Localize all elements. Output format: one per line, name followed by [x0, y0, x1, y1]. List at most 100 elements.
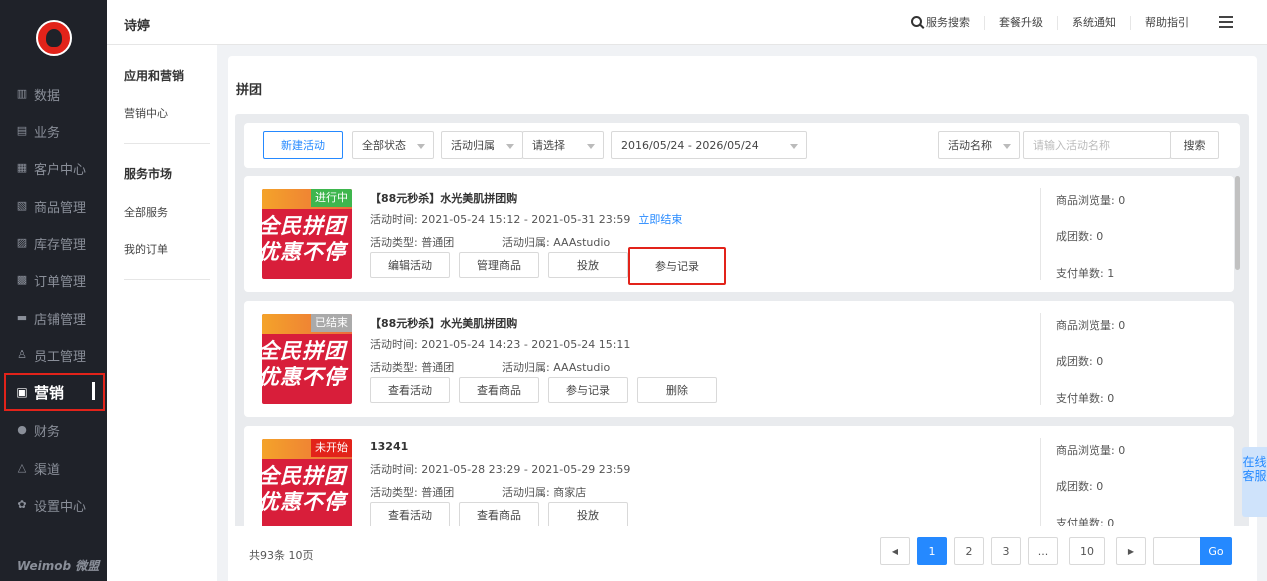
groups-count: 成团数: 0	[1056, 355, 1104, 368]
nav-item-settings[interactable]: ✿ 设置中心	[4, 487, 105, 523]
activity-type: 活动类型: 普通团	[370, 486, 455, 499]
pager-total: 共93条 10页	[249, 549, 314, 562]
prev-page-button[interactable]: ◀	[880, 537, 910, 565]
subnav-item-all-services[interactable]: 全部服务	[124, 204, 168, 220]
new-activity-button[interactable]: 新建活动	[263, 131, 343, 159]
manage-goods-button[interactable]: 管理商品	[459, 252, 539, 278]
goods-views: 商品浏览量: 0	[1056, 444, 1126, 457]
chart-icon: ▥	[16, 87, 28, 100]
go-button[interactable]: Go	[1200, 537, 1232, 565]
activity-card: 全民拼团 优惠不停 进行中 【88元秒杀】水光美肌拼团购 活动时间: 2021-…	[244, 176, 1234, 292]
nav-item-finance[interactable]: ● 财务	[4, 412, 105, 448]
inventory-icon: ▨	[16, 236, 28, 249]
edit-activity-button[interactable]: 编辑活动	[370, 252, 450, 278]
activity-title: 【88元秒杀】水光美肌拼团购	[370, 317, 518, 330]
notice-link[interactable]: 系统通知	[1058, 15, 1131, 30]
status-select[interactable]: 全部状态	[352, 131, 434, 159]
view-activity-button[interactable]: 查看活动	[370, 377, 450, 403]
nav-item-store[interactable]: ▬ 店铺管理	[4, 300, 105, 336]
filter-bar: 新建活动 全部状态 活动归属 请选择 2016/05/24 - 2026/05/…	[244, 123, 1240, 168]
brand-name: Weimob 微盟	[17, 559, 100, 573]
delete-button[interactable]: 删除	[637, 377, 717, 403]
brand-logo[interactable]	[36, 20, 72, 56]
activity-title: 13241	[370, 440, 409, 453]
subnav-item-marketing-center[interactable]: 营销中心	[124, 105, 168, 121]
nav-item-goods[interactable]: ▧ 商品管理	[4, 188, 105, 224]
staff-icon: ♙	[17, 348, 27, 361]
search-field-select[interactable]: 活动名称	[938, 131, 1020, 159]
view-goods-button[interactable]: 查看商品	[459, 377, 539, 403]
pagination: 共93条 10页 ◀ 1 2 3 ... 10 ▶ Go	[228, 526, 1257, 581]
next-page-button[interactable]: ▶	[1116, 537, 1146, 565]
page-ellipsis[interactable]: ...	[1028, 537, 1058, 565]
deliver-button[interactable]: 投放	[548, 252, 628, 278]
groups-count: 成团数: 0	[1056, 230, 1104, 243]
chevron-down-icon	[790, 144, 798, 149]
search-button[interactable]: 搜索	[1170, 131, 1219, 159]
subnav-group-apps: 应用和营销	[124, 69, 185, 83]
activity-thumbnail[interactable]: 全民拼团 优惠不停 进行中	[262, 189, 352, 279]
nav-item-business[interactable]: ▤ 业务	[4, 113, 105, 149]
nav-item-staff[interactable]: ♙ 员工管理	[4, 337, 105, 373]
top-links: 服务搜索 套餐升级 系统通知 帮助指引	[897, 0, 1237, 45]
activity-thumbnail[interactable]: 全民拼团 优惠不停 未开始	[262, 439, 352, 526]
date-range-picker[interactable]: 2016/05/24 - 2026/05/24	[611, 131, 807, 159]
subnav-group-market: 服务市场	[124, 167, 173, 181]
page-10-button[interactable]: 10	[1069, 537, 1105, 565]
content-area: 新建活动 全部状态 活动归属 请选择 2016/05/24 - 2026/05/…	[235, 114, 1249, 581]
page-1-button[interactable]: 1	[917, 537, 947, 565]
subnav-item-my-orders[interactable]: 我的订单	[124, 241, 168, 257]
owner-type-value: 活动归属	[451, 139, 495, 152]
online-service-button[interactable]: 在线客服	[1242, 447, 1267, 517]
page-jump-input[interactable]	[1153, 537, 1201, 565]
main-sidebar: ▥ 数据 ▤ 业务 ▦ 客户中心 ▧ 商品管理 ▨ 库存管理 ▩ 订单管理 ▬ 店铺管理 ♙ 员…	[0, 0, 107, 581]
owner-type-select[interactable]: 活动归属	[441, 131, 523, 159]
status-select-value: 全部状态	[362, 139, 406, 152]
view-goods-button[interactable]: 查看商品	[459, 502, 539, 526]
nav-label: 财务	[34, 424, 61, 440]
subnav-divider	[124, 143, 210, 144]
store-icon: ▬	[16, 311, 28, 324]
list-scrollbar[interactable]	[1235, 176, 1240, 270]
nav-item-customer[interactable]: ▦ 客户中心	[4, 150, 105, 186]
nav-label: 库存管理	[34, 237, 87, 253]
upgrade-link[interactable]: 套餐升级	[985, 15, 1058, 30]
owner-select[interactable]: 请选择	[522, 131, 604, 159]
activity-name-input[interactable]: 请输入活动名称	[1023, 131, 1171, 159]
main-panel: 拼团 新建活动 全部状态 活动归属 请选择 2016/05/24 - 2026/…	[228, 56, 1257, 581]
participation-records-button[interactable]: 参与记录	[628, 247, 726, 285]
card-divider	[1040, 438, 1041, 526]
nav-item-data[interactable]: ▥ 数据	[4, 76, 105, 112]
status-badge: 未开始	[311, 439, 352, 457]
participation-records-button[interactable]: 参与记录	[548, 377, 628, 403]
nav-label: 业务	[34, 125, 61, 141]
hamburger-menu-icon[interactable]	[1219, 16, 1233, 28]
service-search-link[interactable]: 服务搜索	[897, 15, 985, 30]
page-3-button[interactable]: 3	[991, 537, 1021, 565]
nav-label: 设置中心	[34, 499, 87, 515]
activity-card: 全民拼团 优惠不停 未开始 13241 活动时间: 2021-05-28 23:…	[244, 426, 1234, 526]
order-icon: ▩	[16, 273, 28, 286]
activity-thumbnail[interactable]: 全民拼团 优惠不停 已结束	[262, 314, 352, 404]
view-activity-button[interactable]: 查看活动	[370, 502, 450, 526]
activity-time-row: 活动时间: 2021-05-24 15:12 - 2021-05-31 23:5…	[370, 211, 682, 227]
activity-card: 全民拼团 优惠不停 已结束 【88元秒杀】水光美肌拼团购 活动时间: 2021-…	[244, 301, 1234, 417]
thumb-text: 全民拼团 优惠不停	[262, 339, 346, 389]
activity-owner: 活动归属: AAAstudio	[502, 236, 611, 249]
help-link[interactable]: 帮助指引	[1131, 16, 1203, 30]
nav-item-inventory[interactable]: ▨ 库存管理	[4, 225, 105, 261]
finance-icon: ●	[17, 423, 27, 436]
shop-name: 诗婷	[124, 19, 151, 34]
chevron-down-icon	[1003, 144, 1011, 149]
deliver-button[interactable]: 投放	[548, 502, 628, 526]
subnav-divider	[124, 279, 210, 280]
logo-mark	[46, 29, 62, 47]
chevron-down-icon	[587, 144, 595, 149]
nav-item-marketing[interactable]: ▣ 营销	[4, 373, 105, 411]
nav-label: 客户中心	[34, 162, 87, 178]
page-2-button[interactable]: 2	[954, 537, 984, 565]
nav-item-orders[interactable]: ▩ 订单管理	[4, 262, 105, 298]
end-now-link[interactable]: 立即结束	[638, 213, 682, 226]
nav-item-channel[interactable]: △ 渠道	[4, 450, 105, 486]
paid-orders: 支付单数: 0	[1056, 517, 1115, 526]
